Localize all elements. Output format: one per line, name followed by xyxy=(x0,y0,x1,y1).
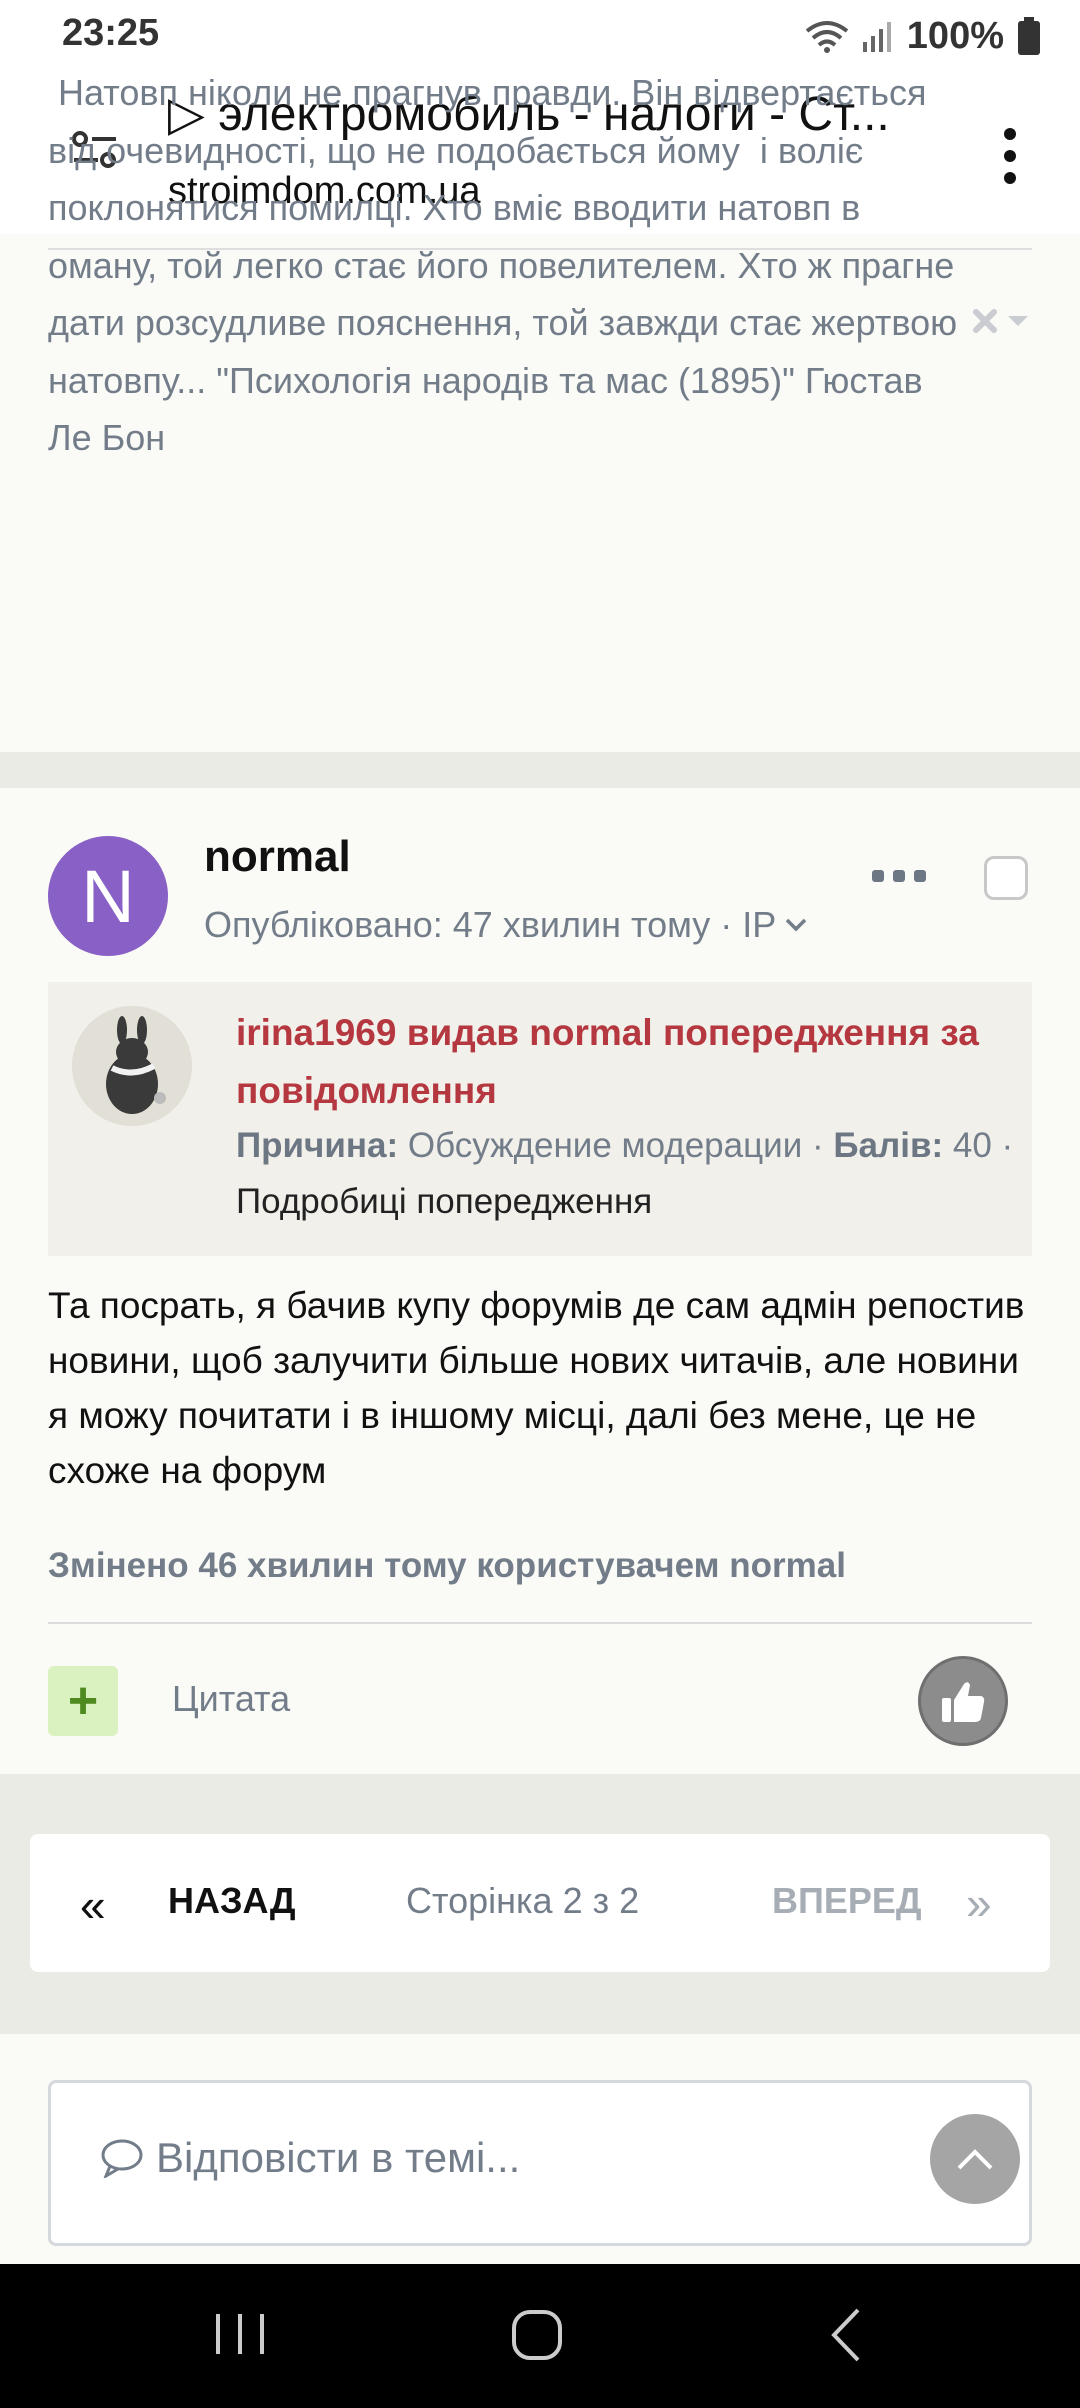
more-dots-icon[interactable] xyxy=(872,866,926,886)
reason-value: Обсуждение модерации · xyxy=(407,1126,824,1165)
warning-reason: Причина: Обсуждение модерации · Балів: 4… xyxy=(236,1126,1013,1166)
like-button[interactable] xyxy=(918,1656,1008,1746)
bunny-avatar-icon xyxy=(72,1006,192,1126)
home-icon[interactable] xyxy=(508,2304,574,2370)
points-value: 40 · xyxy=(952,1126,1014,1165)
avatar[interactable]: N xyxy=(48,836,168,956)
post-meta: Опубліковано: 47 хвилин тому · IP xyxy=(204,904,808,946)
edited-note: Змінено 46 хвилин тому користувачем norm… xyxy=(48,1546,846,1585)
signal-icon xyxy=(862,22,891,52)
points-label: Балів: xyxy=(833,1126,944,1165)
prev-page-arrow[interactable]: « xyxy=(80,1878,106,1932)
add-button[interactable]: + xyxy=(48,1666,118,1736)
post-author[interactable]: normal xyxy=(204,832,351,882)
divider xyxy=(48,1622,1032,1624)
post-select-checkbox[interactable] xyxy=(984,856,1028,900)
wifi-icon xyxy=(805,21,849,53)
forward-button: ВПЕРЕД xyxy=(772,1880,922,1921)
post-body: Та посрать, я бачив купу форумів де сам … xyxy=(48,1285,1025,1491)
warning-title[interactable]: irina1969 видав normal попередження за п… xyxy=(236,1004,1016,1120)
back-button[interactable]: НАЗАД xyxy=(168,1880,296,1922)
signature-text: Натовп ніколи не прагнув правди. Він від… xyxy=(48,72,968,458)
chevron-down-icon[interactable] xyxy=(784,917,808,933)
warning-details-link[interactable]: Подробиці попередження xyxy=(236,1182,652,1222)
kebab-menu-icon[interactable] xyxy=(988,126,1032,186)
hide-signature-icon[interactable] xyxy=(972,306,1034,346)
quote-button[interactable]: Цитата xyxy=(172,1678,290,1720)
battery-percent: 100% xyxy=(906,14,1004,57)
thumbs-up-icon xyxy=(942,1682,985,1722)
reply-placeholder: Відповісти в темі... xyxy=(156,2134,521,2181)
moderator-avatar[interactable] xyxy=(72,1006,192,1126)
status-icons: 100% xyxy=(805,12,1040,60)
post-meta-text[interactable]: Опубліковано: 47 хвилин тому · IP xyxy=(204,904,776,946)
page-info[interactable]: Сторінка 2 з 2 xyxy=(406,1880,639,1922)
chevron-up-icon xyxy=(957,2149,993,2170)
system-nav-bar xyxy=(0,2264,1080,2408)
scroll-to-top-button[interactable] xyxy=(930,2114,1020,2204)
next-page-arrow: » xyxy=(966,1877,992,1929)
pagination: « НАЗАД Сторінка 2 з 2 ВПЕРЕД » xyxy=(30,1834,1050,1972)
reason-label: Причина: xyxy=(236,1126,399,1165)
back-icon[interactable] xyxy=(826,2304,866,2366)
status-time: 23:25 xyxy=(62,12,160,54)
recent-apps-icon[interactable] xyxy=(210,2304,270,2364)
reply-prompt[interactable]: Відповісти в темі... xyxy=(100,2134,520,2182)
battery-icon xyxy=(1018,17,1040,55)
comment-icon xyxy=(101,2139,143,2178)
status-bar: 23:25 100% xyxy=(0,0,1080,72)
